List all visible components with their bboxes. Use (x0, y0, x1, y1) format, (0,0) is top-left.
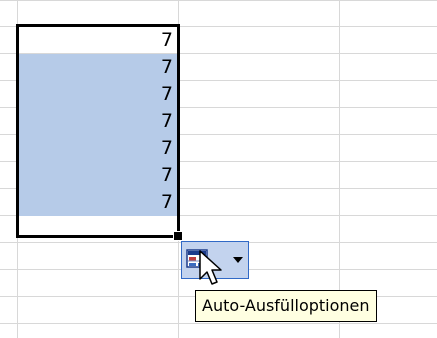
cell-filled[interactable]: 7 (18, 108, 178, 135)
cell-filled[interactable]: 7 (18, 189, 178, 216)
mouse-cursor-icon (199, 250, 222, 285)
fill-handle[interactable] (173, 231, 183, 241)
spreadsheet-grid[interactable]: 7 7 7 7 7 7 7 Auto-Ausfülloptionen (0, 0, 437, 338)
gridline-vertical (339, 0, 340, 338)
gridline-vertical (178, 0, 179, 338)
cell-source[interactable]: 7 (18, 27, 178, 54)
dropdown-arrow-icon[interactable] (233, 257, 243, 263)
cell-filled[interactable]: 7 (18, 162, 178, 189)
gridline-horizontal (0, 323, 437, 324)
cell-filled[interactable]: 7 (18, 54, 178, 81)
cell-filled[interactable]: 7 (18, 135, 178, 162)
tooltip: Auto-Ausfülloptionen (195, 290, 377, 322)
cell-filled[interactable]: 7 (18, 81, 178, 108)
gridline-horizontal (0, 0, 437, 1)
